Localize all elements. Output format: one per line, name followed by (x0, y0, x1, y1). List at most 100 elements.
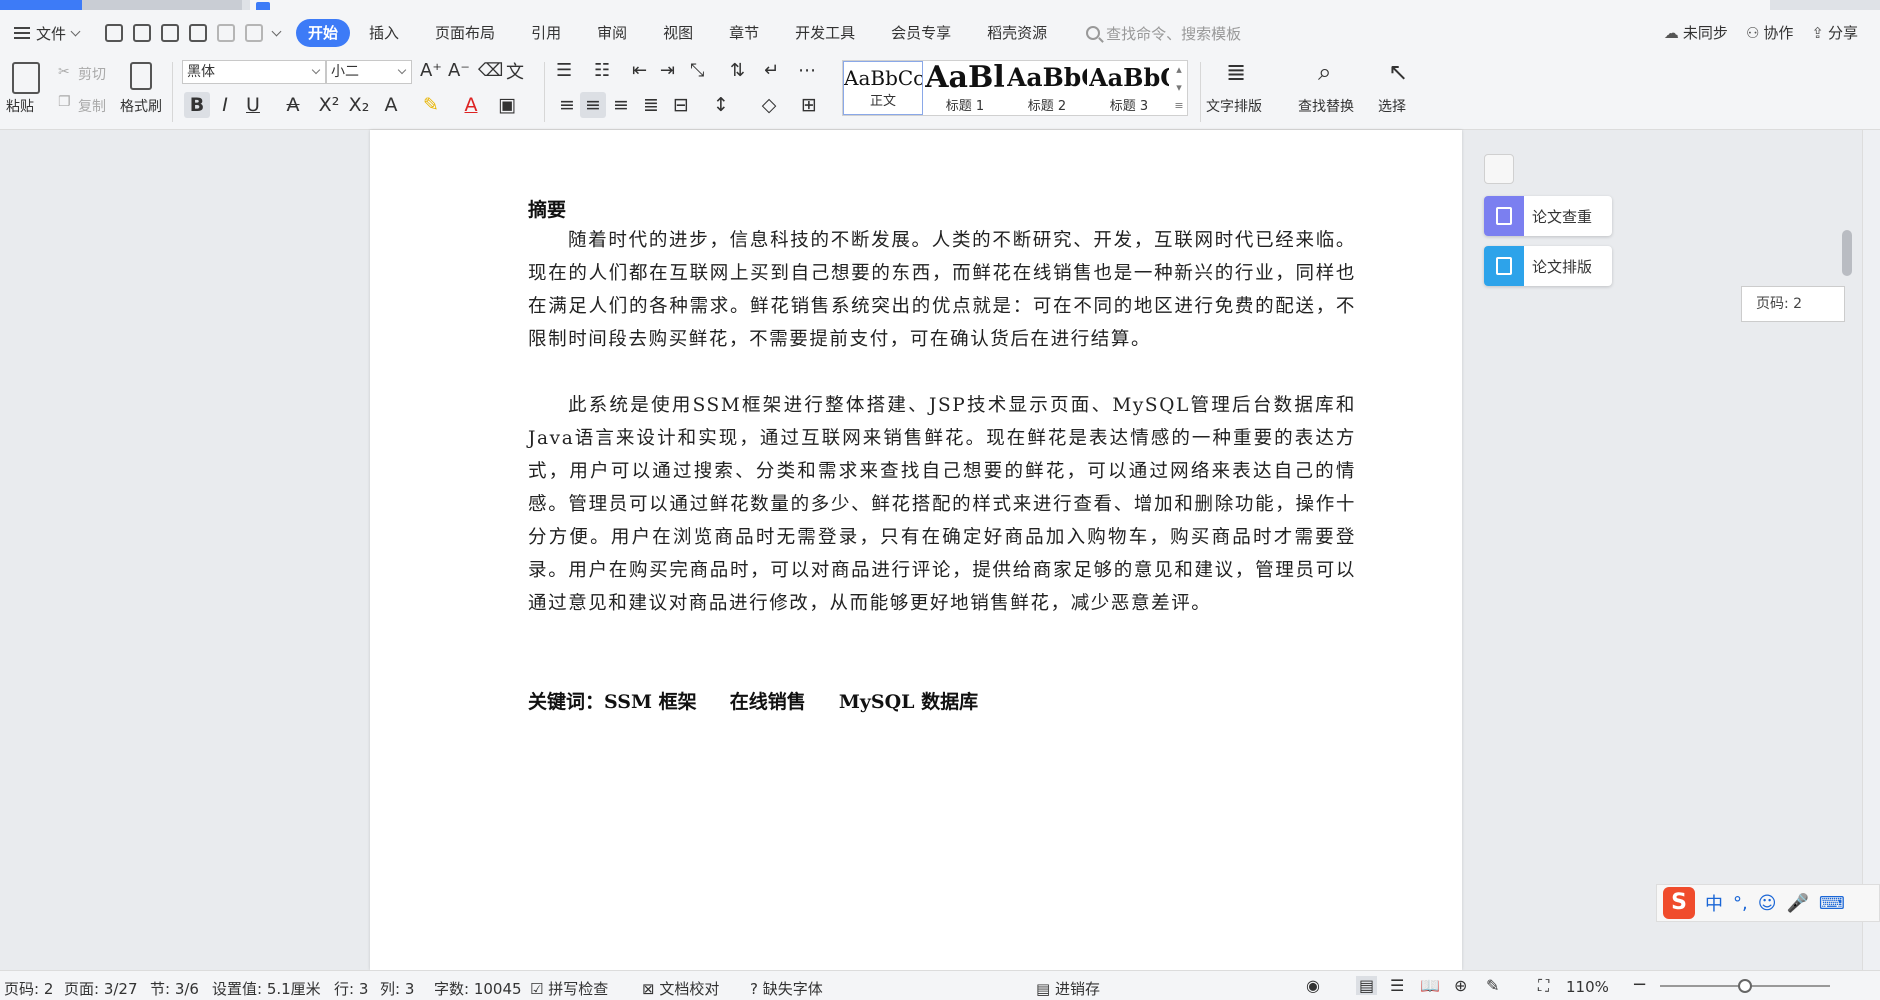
emoji-icon[interactable]: ☺ (1758, 893, 1777, 914)
paste-icon[interactable] (12, 62, 40, 94)
quick-access-more-icon[interactable] (271, 26, 282, 36)
print-preview-icon[interactable] (189, 24, 208, 42)
collaborate-button[interactable]: ⚇ 协作 (1746, 22, 1793, 43)
style-heading-3[interactable]: AaBbC 标题 3 (1089, 61, 1169, 115)
tab-page-layout[interactable]: 页面布局 (418, 19, 512, 47)
web-view-icon[interactable]: ⊕ (1454, 976, 1467, 995)
document-tab-inactive[interactable] (82, 0, 242, 10)
tab-developer[interactable]: 开发工具 (778, 19, 872, 47)
sync-button[interactable]: ☁ 未同步 (1664, 22, 1728, 43)
scrollbar-thumb[interactable] (1842, 230, 1852, 276)
tab-references[interactable]: 引用 (514, 19, 578, 47)
punctuation-icon[interactable]: °, (1733, 893, 1748, 914)
spell-check-button[interactable]: ☑ 拼写检查 (530, 978, 608, 999)
decrease-indent-icon[interactable]: ⇤ (632, 60, 647, 81)
text-layout-icon[interactable]: ≣ (1226, 58, 1246, 86)
text-effect-icon[interactable]: A (378, 92, 404, 118)
reading-view-icon[interactable]: 📖 (1420, 976, 1440, 995)
select-label[interactable]: 选择 (1378, 96, 1406, 116)
cut-icon[interactable]: ✂ (58, 64, 70, 80)
tab-chapter[interactable]: 章节 (712, 19, 776, 47)
zoom-level[interactable]: 110% (1566, 978, 1609, 996)
justify-icon[interactable]: ≣ (638, 92, 664, 118)
thesis-format-button[interactable]: 论文排版 (1484, 246, 1612, 286)
styles-scroll-arrows[interactable]: ▴ ▾ ≡ (1171, 61, 1187, 115)
panel-collapse-button[interactable] (1484, 154, 1514, 184)
doc-proof-button[interactable]: ⊠ 文档校对 (642, 978, 719, 999)
bold-icon[interactable]: B (184, 92, 210, 118)
ime-mode[interactable]: 中 (1705, 890, 1723, 916)
font-name-select[interactable]: 黑体 (182, 60, 326, 84)
zoom-slider-knob[interactable] (1738, 979, 1752, 993)
phonetic-guide-icon[interactable]: 文 (506, 58, 524, 84)
status-word-count[interactable]: 字数: 10045 (434, 978, 522, 999)
grow-font-icon[interactable]: A⁺ (420, 60, 442, 81)
tab-view[interactable]: 视图 (646, 19, 710, 47)
select-cursor-icon[interactable]: ↖ (1388, 58, 1408, 86)
page-view-icon[interactable]: ▤ (1356, 976, 1378, 995)
fit-page-icon[interactable]: ⛶ (1538, 976, 1549, 996)
status-set-value[interactable]: 设置值: 5.1厘米 (212, 978, 321, 999)
save-icon[interactable] (105, 24, 124, 42)
tab-review[interactable]: 审阅 (580, 19, 644, 47)
text-direction-icon[interactable]: ⤡ (690, 60, 704, 81)
microphone-icon[interactable]: 🎤 (1787, 893, 1809, 914)
status-section[interactable]: 节: 3/6 (150, 978, 199, 999)
tab-home[interactable]: 开始 (296, 19, 351, 47)
format-painter-icon[interactable] (130, 62, 152, 90)
shrink-font-icon[interactable]: A⁻ (448, 60, 470, 81)
status-page-number[interactable]: 页码: 2 (4, 978, 53, 999)
distribute-icon[interactable]: ⊟ (668, 92, 694, 118)
tab-stops-icon[interactable]: ⋯ (798, 60, 816, 81)
outline-view-icon[interactable]: ☰ (1390, 976, 1404, 995)
shading-icon[interactable]: ◇ (756, 92, 782, 118)
app-home-tab[interactable] (0, 0, 82, 10)
strikethrough-icon[interactable]: A (280, 92, 306, 118)
paste-label[interactable]: 粘贴 (6, 96, 34, 116)
italic-icon[interactable]: I (212, 92, 238, 118)
align-center-icon[interactable]: ≡ (580, 92, 606, 118)
redo-icon[interactable] (245, 24, 264, 42)
bullet-list-icon[interactable]: ☰ (556, 60, 572, 81)
undo-icon[interactable] (217, 24, 236, 42)
align-left-icon[interactable]: ≡ (554, 92, 580, 118)
share-button[interactable]: ⇪ 分享 (1811, 22, 1858, 43)
style-heading-2[interactable]: AaBbC 标题 2 (1007, 61, 1087, 115)
numbered-list-icon[interactable]: ☷ (594, 60, 610, 81)
inventory-button[interactable]: ▤ 进销存 (1036, 978, 1100, 999)
ime-logo[interactable]: S (1663, 887, 1695, 919)
print-icon[interactable] (161, 24, 180, 42)
find-replace-icon[interactable]: ⌕ (1318, 58, 1331, 86)
pen-icon[interactable]: ✎ (1486, 976, 1499, 995)
increase-indent-icon[interactable]: ⇥ (660, 60, 675, 81)
line-spacing-icon[interactable]: ↕ (708, 92, 734, 118)
tab-insert[interactable]: 插入 (352, 19, 416, 47)
sort-icon[interactable]: ⇅ (730, 60, 745, 81)
show-marks-icon[interactable]: ↵ (764, 60, 779, 81)
copy-icon[interactable]: ❐ (58, 94, 71, 110)
font-size-select[interactable]: 小二 (326, 60, 412, 84)
zoom-out-icon[interactable]: − (1632, 974, 1647, 995)
cut-label[interactable]: 剪切 (78, 64, 106, 84)
align-right-icon[interactable]: ≡ (608, 92, 634, 118)
status-pages[interactable]: 页面: 3/27 (64, 978, 138, 999)
text-layout-label[interactable]: 文字排版 (1206, 96, 1262, 116)
document-tab-active[interactable] (250, 0, 1770, 10)
superscript-icon[interactable]: X² (316, 92, 342, 118)
underline-icon[interactable]: U (240, 92, 266, 118)
keyboard-icon[interactable]: ⌨ (1819, 893, 1845, 914)
style-normal[interactable]: AaBbCcDd 正文 (843, 61, 923, 115)
copy-label[interactable]: 复制 (78, 96, 106, 116)
highlight-icon[interactable]: ✎ (418, 92, 444, 118)
borders-icon[interactable]: ⊞ (796, 92, 822, 118)
format-painter-label[interactable]: 格式刷 (120, 96, 162, 116)
missing-font-button[interactable]: ? 缺失字体 (750, 978, 823, 999)
file-menu-button[interactable]: 文件 (10, 18, 83, 48)
export-pdf-icon[interactable] (133, 24, 152, 42)
subscript-icon[interactable]: X₂ (346, 92, 372, 118)
tab-docer-resources[interactable]: 稻壳资源 (970, 19, 1064, 47)
find-replace-label[interactable]: 查找替换 (1298, 96, 1354, 116)
tab-member[interactable]: 会员专享 (874, 19, 968, 47)
font-color-icon[interactable]: A (458, 92, 484, 118)
vertical-scrollbar[interactable] (1838, 130, 1856, 970)
